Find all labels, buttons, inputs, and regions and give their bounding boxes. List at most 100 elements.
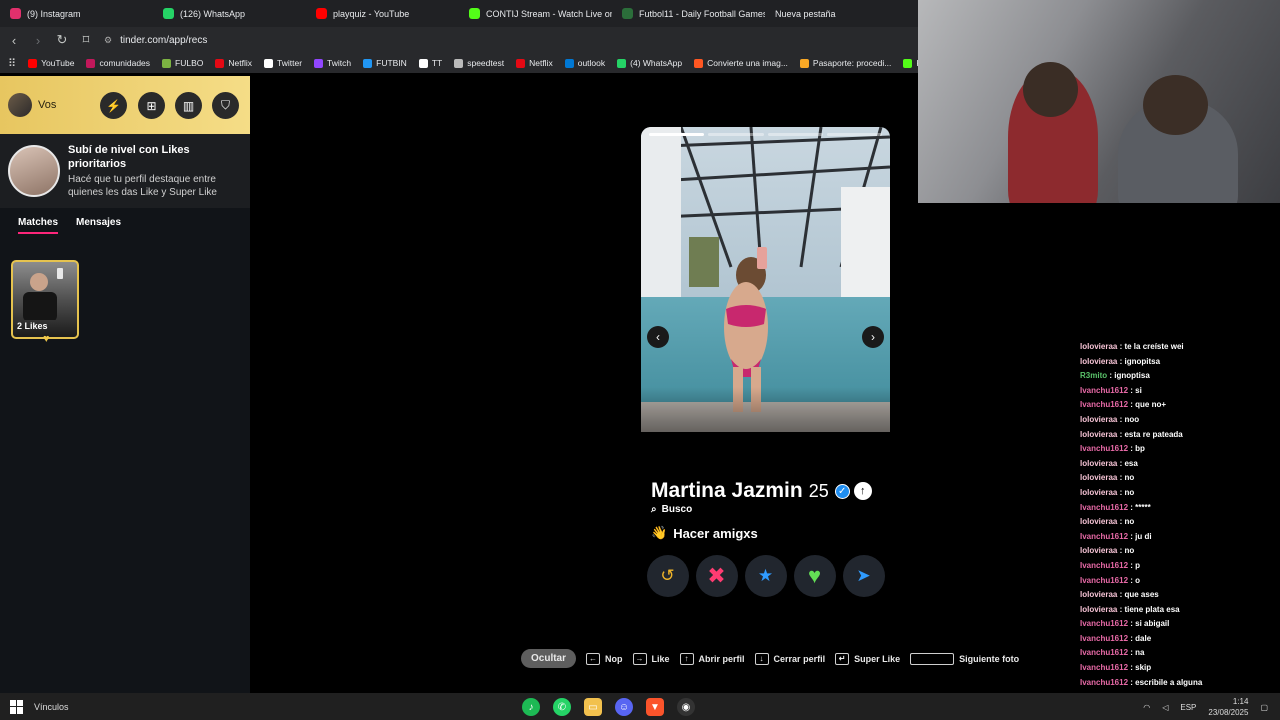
bookmark-label: comunidades [99,58,151,68]
discord-icon[interactable]: ☺ [615,698,633,716]
browser-tab[interactable]: (9) Instagram [0,0,153,27]
bookmark-item[interactable]: Twitch [314,58,351,68]
volume-icon[interactable]: ◁ [1162,703,1168,712]
clock[interactable]: 1:14 23/08/2025 [1208,696,1248,718]
wifi-icon[interactable]: ◠ [1143,703,1150,712]
site-settings-icon[interactable]: ⚙ [104,35,112,46]
bookmark-favicon-icon [454,58,464,68]
bookmark-item[interactable]: Twitter [264,58,302,68]
file-explorer-icon[interactable]: ▭ [584,698,602,716]
browser-tab[interactable]: Nueva pestaña [765,0,918,27]
obs-icon[interactable]: ◉ [677,698,695,716]
browser-tab[interactable]: CONTIJ Stream - Watch Live on K [459,0,612,27]
clock-time: 1:14 [1232,697,1249,706]
whatsapp-icon[interactable]: ✆ [553,698,571,716]
chat-message: Ivanchu1612 : bp [1080,442,1280,457]
profile-card[interactable]: ‹ › Martina Jazmin 25 ✓ ↑ ⌕ Busco 👋 Hace… [641,127,890,597]
chat-text: ju di [1135,531,1152,541]
pager-segment[interactable] [708,133,764,136]
browser-tab[interactable]: Futbol11 - Daily Football Games [612,0,765,27]
shield-icon[interactable]: ⛉ [212,92,239,119]
windows-start-icon[interactable] [10,699,24,714]
pager-segment[interactable] [649,133,705,136]
avatar[interactable] [8,93,32,117]
promo-title: Subí de nivel con Likes prioritarios [68,144,190,170]
pager-segment[interactable] [767,133,823,136]
next-photo-icon[interactable]: › [862,326,884,348]
bookmarks-bar: ⠿ YouTube comunidades FULBO Netflix Twitter T… [0,53,918,73]
bookmark-icon[interactable]: ⌑ [76,32,96,48]
priority-likes-promo[interactable]: Subí de nivel con Likes prioritarios Hac… [0,134,250,208]
forward-icon[interactable]: › [28,33,48,48]
bookmark-item[interactable]: comunidades [86,58,150,68]
looking-for-label: Busco [661,504,693,515]
boost-button[interactable]: ➤ [842,555,885,597]
bookmark-item[interactable]: (4) WhatsApp [617,58,682,68]
whatsapp-icon [163,8,174,19]
bookmark-item[interactable]: Netflix [516,58,553,68]
bookmark-item[interactable]: speedtest [454,58,504,68]
taskbar-links-label[interactable]: Vínculos [34,702,69,712]
bookmark-label: FULBO [175,58,204,68]
pager-segment[interactable] [826,133,882,136]
open-profile-icon[interactable]: ↑ [853,482,872,500]
browser-tab[interactable]: (126) WhatsApp [153,0,306,27]
spotify-icon[interactable]: ♪ [522,698,540,716]
nope-button[interactable]: ✖ [695,555,738,597]
bookmark-item[interactable]: K [903,58,918,68]
bookmark-item[interactable]: Netflix [215,58,252,68]
bookmark-label: speedtest [467,58,505,68]
likes-you-card[interactable]: 2 Likes ♥ [11,260,79,345]
bookmark-item[interactable]: TT [418,58,442,68]
chat-text: si abigail [1135,619,1170,629]
bookmark-item[interactable]: Pasaporte: procedi... [799,58,891,68]
profile-name-label[interactable]: Vos [38,99,56,111]
hide-shortcuts-button[interactable]: Ocultar [521,649,577,668]
boost-icon[interactable]: ⚡ [100,92,127,119]
bookmark-item[interactable]: YouTube [28,58,74,68]
tab-messages[interactable]: Mensajes [76,217,121,234]
chat-username: lolovieraa [1080,414,1118,424]
shortcut-label: Nop [605,653,623,664]
bookmark-item[interactable]: outlook [564,58,605,68]
chat-message: lolovieraa : tiene plata esa [1080,603,1280,618]
chat-text: esa [1124,458,1138,468]
apps-icon[interactable]: ⠿ [8,57,16,70]
language-indicator[interactable]: ESP [1180,703,1196,712]
url-field[interactable]: ⚙ tinder.com/app/recs [104,35,207,46]
like-button[interactable]: ♥ [793,555,836,597]
chat-username: lolovieraa [1080,473,1118,483]
chat-message: Ivanchu1612 : dale [1080,632,1280,647]
browser-tab[interactable]: playquiz - YouTube [306,0,459,27]
bookmark-item[interactable]: Convierte una imag... [694,58,788,68]
chat-username: lolovieraa [1080,517,1118,527]
instagram-icon [10,8,21,19]
previous-photo-icon[interactable]: ‹ [647,326,669,348]
chat-message: lolovieraa : que ases [1080,588,1280,603]
super-like-button[interactable]: ★ [744,555,787,597]
likes-count-label: 2 Likes [17,321,48,331]
bookmark-label: FUTBIN [376,58,407,68]
explore-icon[interactable]: ⊞ [138,92,165,119]
bookmark-label: YouTube [41,58,75,68]
chat-message: Ivanchu1612 : na [1080,646,1280,661]
chat-text: que no+ [1135,400,1167,410]
webcam-overlay [918,0,1280,203]
chat-username: Ivanchu1612 [1080,648,1129,658]
reload-icon[interactable]: ↻ [52,32,72,48]
chat-message: Ivanchu1612 : si [1080,384,1280,399]
tab-matches[interactable]: Matches [18,217,59,234]
notifications-icon[interactable]: ▢ [1260,703,1268,712]
bookmark-item[interactable]: FULBO [162,58,203,68]
rewind-button[interactable]: ↺ [646,555,689,597]
chat-message: R3mito : ignoptisa [1080,369,1280,384]
back-icon[interactable]: ‹ [4,33,24,48]
chat-text: tiene plata esa [1124,604,1180,614]
briefcase-icon[interactable]: ▥ [175,92,202,119]
keyboard-shortcuts-bar: Ocultar ← Nop → Like ↑ Abrir perfil ↓ Cerrar… [521,649,1019,668]
chat-username: Ivanchu1612 [1080,531,1129,541]
brave-icon[interactable]: ▼ [646,698,664,716]
bookmark-favicon-icon [264,58,273,68]
bookmark-item[interactable]: FUTBIN [363,58,407,68]
chat-username: lolovieraa [1080,487,1118,497]
